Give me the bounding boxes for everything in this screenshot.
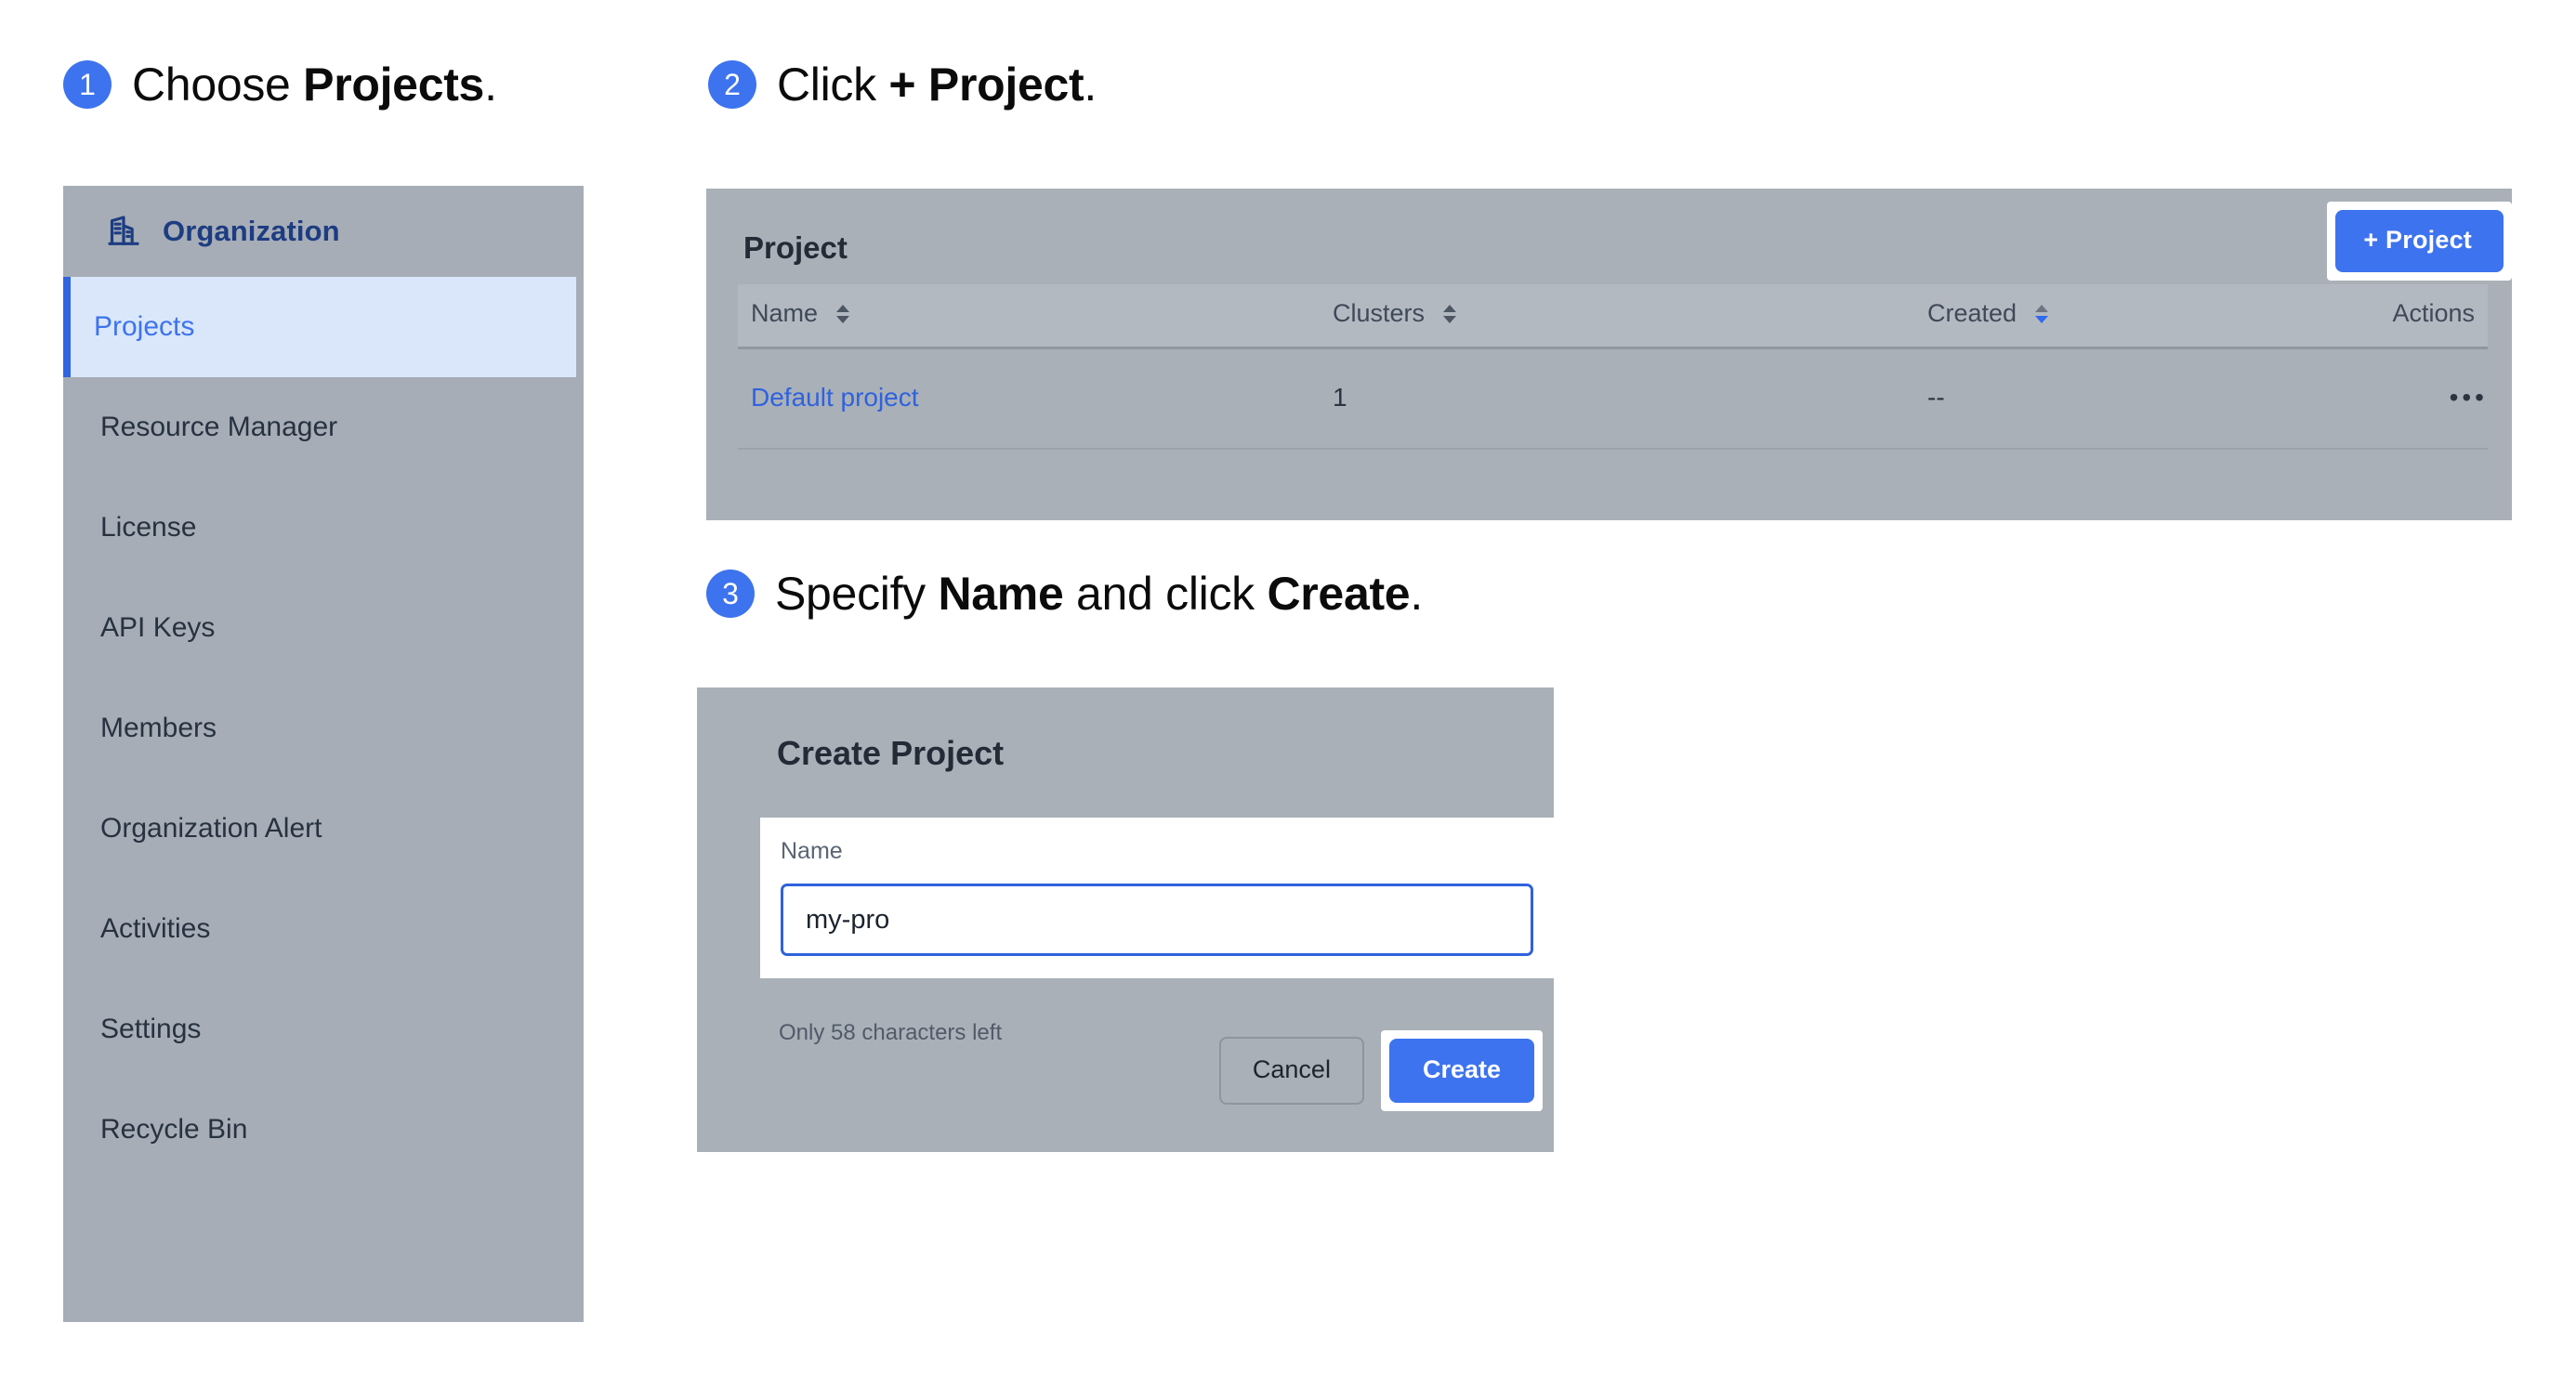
sidebar-item-members[interactable]: Members [63, 678, 584, 779]
sidebar-item-label: API Keys [100, 612, 216, 643]
step-2-badge: 2 [708, 60, 756, 109]
step-2-suffix: . [1084, 59, 1097, 111]
step-2-strong: + Project [888, 59, 1084, 111]
column-header-created[interactable]: Created [1927, 284, 2318, 349]
projects-table: Name Clusters Created Actions Default pr… [738, 284, 2488, 450]
create-button[interactable]: Create [1388, 1039, 1534, 1103]
step-3-mid: and click [1063, 568, 1268, 620]
sidebar-item-license[interactable]: License [63, 478, 584, 578]
sidebar-item-api-keys[interactable]: API Keys [63, 578, 584, 678]
cell-clusters: 1 [1333, 347, 1927, 450]
name-field-group: Name [760, 818, 1554, 978]
cancel-button[interactable]: Cancel [1218, 1037, 1364, 1105]
column-header-actions-label: Actions [2392, 299, 2475, 327]
table-header-row: Name Clusters Created Actions [738, 284, 2488, 349]
building-icon [108, 216, 139, 245]
sidebar-item-label: Members [100, 713, 217, 743]
step-3-badge: 3 [706, 570, 755, 618]
step-1-text: Choose Projects. [132, 58, 497, 111]
step-1-prefix: Choose [132, 59, 304, 111]
step-1-instruction: 1 Choose Projects. [63, 58, 497, 111]
organization-sidebar: Organization Projects Resource Manager L… [63, 186, 584, 1322]
add-project-button[interactable]: + Project [2335, 210, 2504, 272]
add-project-highlight: + Project [2327, 202, 2512, 281]
column-header-name-label: Name [751, 299, 819, 327]
name-field-label: Name [781, 838, 843, 864]
row-actions-menu-icon[interactable]: ••• [2318, 347, 2488, 450]
column-header-actions: Actions [2318, 284, 2488, 349]
sidebar-item-organization-alert[interactable]: Organization Alert [63, 779, 584, 879]
step-3-instruction: 3 Specify Name and click Create. [706, 567, 1423, 621]
cell-created: -- [1927, 347, 2318, 450]
project-name-input[interactable] [781, 884, 1533, 956]
dialog-action-bar: Cancel Create [1218, 1030, 1543, 1111]
sidebar-nav-list: Projects Resource Manager License API Ke… [63, 277, 584, 1180]
project-panel-header: Project + Project [706, 189, 2512, 284]
step-3-strong: Name [938, 568, 1064, 620]
character-count-hint: Only 58 characters left [779, 1020, 1003, 1045]
sidebar-item-resource-manager[interactable]: Resource Manager [63, 377, 584, 478]
step-3-strong2: Create [1267, 568, 1411, 620]
dialog-title: Create Project [777, 734, 1005, 772]
sidebar-item-label: Resource Manager [100, 412, 338, 442]
project-panel-title: Project [743, 230, 848, 265]
cell-project-name: Default project [738, 347, 1333, 450]
table-row: Default project 1 -- ••• [738, 347, 2488, 450]
sidebar-item-label: Recycle Bin [100, 1114, 248, 1145]
project-name-link[interactable]: Default project [751, 383, 919, 412]
sidebar-item-projects[interactable]: Projects [63, 277, 576, 377]
sidebar-org-label: Organization [163, 215, 340, 247]
step-3-text: Specify Name and click Create. [775, 567, 1423, 621]
step-1-strong: Projects [303, 59, 485, 111]
sidebar-org-header: Organization [63, 186, 584, 277]
sidebar-item-label: Projects [94, 311, 195, 342]
project-panel: Project + Project Name Clusters Created [706, 189, 2512, 520]
sort-icon-created[interactable] [2034, 304, 2048, 323]
sidebar-item-label: Activities [100, 913, 211, 944]
column-header-created-label: Created [1927, 299, 2017, 327]
create-button-highlight: Create [1380, 1030, 1543, 1111]
column-header-clusters-label: Clusters [1333, 299, 1426, 327]
step-3-prefix: Specify [775, 568, 939, 620]
step-2-text: Click + Project. [777, 58, 1097, 111]
projects-table-body: Default project 1 -- ••• [738, 347, 2488, 450]
column-header-clusters[interactable]: Clusters [1333, 284, 1927, 349]
step-2-prefix: Click [777, 59, 889, 111]
sidebar-item-recycle-bin[interactable]: Recycle Bin [63, 1080, 584, 1180]
sidebar-item-label: License [100, 512, 197, 543]
step-3-suffix: . [1410, 568, 1423, 620]
column-header-name[interactable]: Name [738, 284, 1333, 349]
sort-icon-clusters[interactable] [1442, 304, 1456, 323]
projects-table-head: Name Clusters Created Actions [738, 284, 2488, 349]
create-project-dialog: Create Project Name Only 58 characters l… [697, 687, 1554, 1152]
step-2-instruction: 2 Click + Project. [708, 58, 1097, 111]
sidebar-item-label: Settings [100, 1014, 202, 1044]
step-1-suffix: . [484, 59, 497, 111]
sidebar-item-settings[interactable]: Settings [63, 979, 584, 1080]
step-1-badge: 1 [63, 60, 112, 109]
sidebar-item-label: Organization Alert [100, 813, 322, 844]
sidebar-item-activities[interactable]: Activities [63, 879, 584, 979]
sort-icon-name[interactable] [835, 304, 849, 323]
